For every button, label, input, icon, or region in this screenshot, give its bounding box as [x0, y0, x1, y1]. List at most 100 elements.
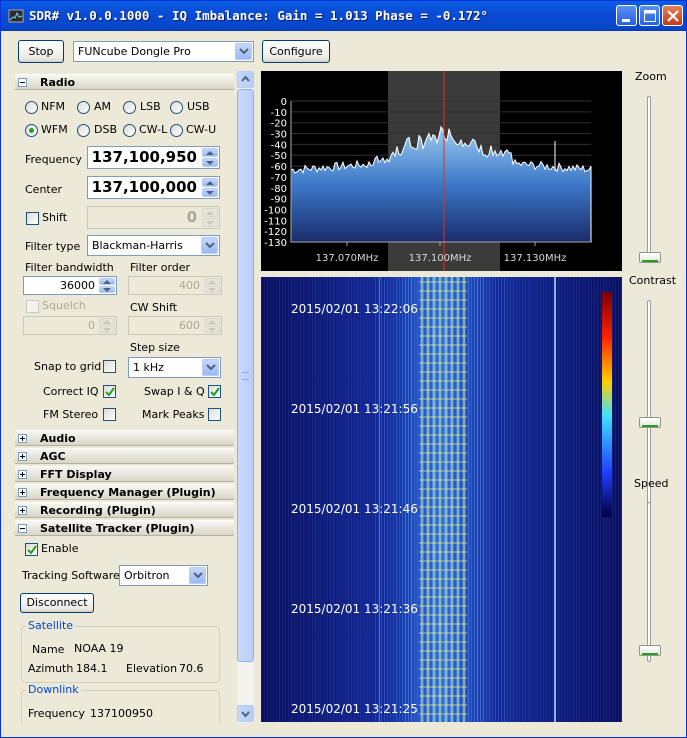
mode-radio-nfm[interactable]	[25, 101, 38, 114]
expand-icon[interactable]	[18, 434, 27, 443]
squelch-input[interactable]: 0	[23, 316, 117, 335]
waterfall-noise-line	[513, 277, 514, 722]
filter-order-input[interactable]: 400	[128, 276, 222, 295]
spin-up-icon	[206, 181, 214, 185]
db-tick-label: 0	[281, 97, 287, 108]
expand-icon[interactable]	[18, 506, 27, 515]
waterfall-noise-line	[570, 277, 571, 722]
speed-slider-thumb[interactable]	[639, 645, 661, 656]
signal-row	[419, 461, 467, 463]
satellite-group-title: Satellite	[26, 619, 76, 632]
step-size-select[interactable]: 1 kHz	[128, 357, 221, 378]
mode-radio-usb[interactable]	[170, 101, 183, 114]
expand-icon[interactable]	[18, 452, 27, 461]
filter-order-spinner[interactable]	[204, 278, 220, 293]
scroll-down-button[interactable]	[237, 705, 254, 722]
mode-radio-lsb[interactable]	[123, 101, 136, 114]
waterfall-noise-line	[267, 277, 268, 722]
device-select[interactable]: FUNcube Dongle Pro	[73, 41, 254, 62]
squelch-spinner[interactable]	[99, 318, 115, 333]
expand-icon[interactable]	[18, 488, 27, 497]
collapse-icon[interactable]	[18, 524, 27, 533]
minimize-button[interactable]	[616, 5, 637, 26]
enable-label: Enable	[41, 542, 79, 555]
snap-to-grid-checkbox[interactable]	[103, 360, 116, 373]
shift-spinner[interactable]	[202, 208, 218, 227]
center-label: Center	[25, 183, 63, 196]
section-title: Frequency Manager (Plugin)	[40, 486, 216, 499]
filter-type-select[interactable]: Blackman-Harris	[87, 235, 220, 256]
waterfall-noise-line	[573, 277, 574, 722]
waterfall-noise-line	[579, 277, 580, 722]
stop-button[interactable]: Stop	[18, 40, 64, 63]
scroll-thumb[interactable]	[237, 89, 254, 662]
speed-slider-track[interactable]	[647, 502, 651, 662]
squelch-checkbox[interactable]	[26, 300, 39, 313]
title-bar[interactable]: SDR# v1.0.0.1000 - IQ Imbalance: Gain = …	[1, 1, 686, 31]
enable-checkbox[interactable]	[25, 543, 38, 556]
section-radio[interactable]: Radio	[15, 74, 234, 90]
mode-radio-wfm[interactable]	[25, 124, 38, 137]
close-button[interactable]	[662, 5, 683, 26]
checkmark-icon	[27, 545, 37, 555]
signal-stripe	[439, 277, 441, 722]
collapse-icon[interactable]	[18, 78, 27, 87]
panel-scrollbar[interactable]	[237, 71, 254, 723]
cw-shift-value: 600	[179, 319, 200, 332]
waterfall-noise-line	[366, 277, 367, 722]
mode-radio-am[interactable]	[77, 101, 90, 114]
section-fft-display[interactable]: FFT Display	[15, 466, 234, 482]
sat-name-value: NOAA 19	[74, 642, 124, 655]
dropdown-arrow[interactable]	[189, 567, 206, 584]
cw-shift-spinner[interactable]	[204, 318, 220, 333]
section-recording[interactable]: Recording (Plugin)	[15, 502, 234, 518]
dropdown-arrow[interactable]	[235, 43, 252, 60]
shift-input[interactable]: 0	[87, 206, 220, 229]
mark-peaks-checkbox[interactable]	[208, 408, 221, 421]
section-satellite-tracker[interactable]: Satellite Tracker (Plugin)	[15, 520, 234, 536]
expand-icon[interactable]	[18, 470, 27, 479]
step-size-label: Step size	[130, 341, 180, 354]
shift-checkbox[interactable]	[26, 212, 39, 225]
spectrum-display[interactable]: 0 -10 -20 -30 -40 -50 -60 -70 -80 -90 -100 -110 -120…	[261, 71, 622, 271]
disconnect-button[interactable]: Disconnect	[20, 593, 94, 613]
waterfall-noise-line	[300, 277, 301, 722]
waterfall-noise-line	[294, 277, 295, 722]
scroll-up-button[interactable]	[237, 71, 254, 88]
section-audio[interactable]: Audio	[15, 430, 234, 446]
swap-iq-checkbox[interactable]	[208, 385, 221, 398]
correct-iq-checkbox[interactable]	[103, 385, 116, 398]
fm-stereo-checkbox[interactable]	[103, 408, 116, 421]
waterfall-noise-line	[315, 277, 316, 722]
frequency-input[interactable]: 137,100,950	[87, 146, 220, 169]
filter-bandwidth-spinner[interactable]	[99, 278, 115, 293]
signal-stripe	[457, 277, 459, 722]
zoom-slider-track[interactable]	[647, 96, 651, 261]
signal-row	[419, 551, 467, 553]
center-input[interactable]: 137,100,000	[87, 176, 220, 199]
center-spinner[interactable]	[202, 178, 218, 197]
signal-row	[419, 650, 467, 652]
dropdown-arrow[interactable]	[202, 359, 219, 376]
section-frequency-manager[interactable]: Frequency Manager (Plugin)	[15, 484, 234, 500]
filter-bandwidth-input[interactable]: 36000	[23, 276, 117, 295]
cw-shift-input[interactable]: 600	[128, 316, 222, 335]
db-tick-label: -110	[264, 216, 287, 227]
mode-radio-cwu[interactable]	[170, 124, 183, 137]
tracking-software-select[interactable]: Orbitron	[119, 565, 208, 586]
mode-radio-dsb[interactable]	[77, 124, 90, 137]
configure-button[interactable]: Configure	[262, 40, 330, 63]
waterfall-noise-line	[306, 277, 307, 722]
spin-down-icon	[103, 288, 111, 292]
zoom-slider-thumb[interactable]	[639, 252, 661, 263]
waterfall-noise-line	[453, 277, 454, 722]
mode-radio-cwl[interactable]	[123, 124, 136, 137]
maximize-button[interactable]	[639, 5, 660, 26]
waterfall-display[interactable]: 2015/02/01 13:22:06 2015/02/01 13:21:56 20…	[261, 277, 622, 722]
dropdown-arrow[interactable]	[201, 237, 218, 254]
section-agc[interactable]: AGC	[15, 448, 234, 464]
contrast-slider-thumb[interactable]	[639, 417, 661, 428]
section-title: AGC	[40, 450, 66, 463]
frequency-spinner[interactable]	[202, 148, 218, 167]
signal-row	[419, 389, 467, 391]
